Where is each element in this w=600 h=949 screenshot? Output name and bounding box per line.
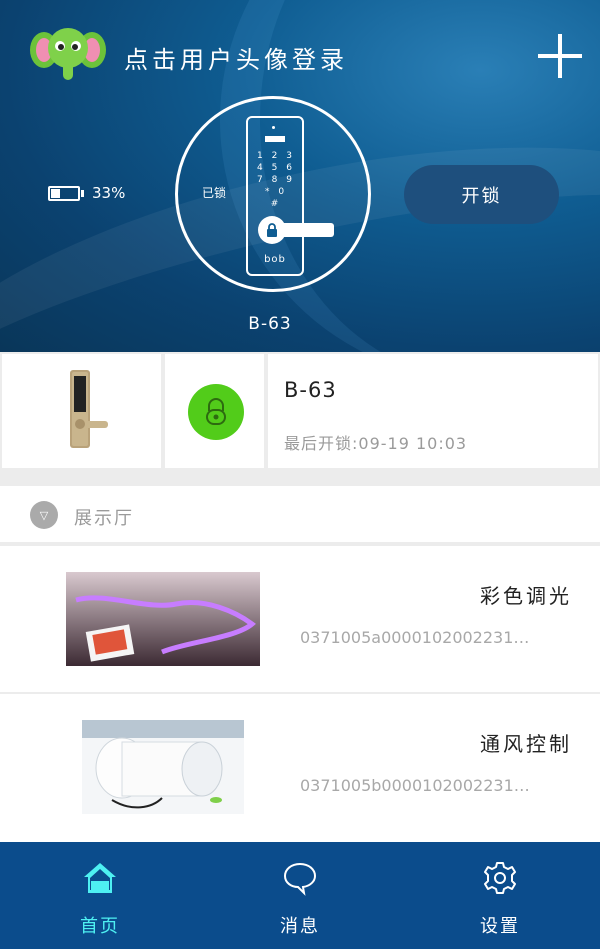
group-header-row[interactable]: ▽ 展示厅: [0, 486, 600, 542]
settings-icon: [484, 862, 516, 894]
group-label: 展示厅: [74, 508, 134, 529]
battery-indicator: 33%: [48, 184, 125, 202]
list-item[interactable]: 彩色调光 0371005a0000102002231…: [0, 546, 600, 692]
collapse-triangle-icon[interactable]: ▽: [30, 501, 58, 529]
lock-keypad: 1 2 3 4 5 6 7 8 9 * 0 #: [257, 150, 295, 210]
device-code: 0371005a0000102002231…: [300, 628, 530, 647]
keypad-row: * 0 #: [264, 187, 288, 209]
add-device-icon[interactable]: [538, 34, 582, 78]
device-title: B-63: [284, 378, 337, 402]
app-root: 点击用户头像登录 33% 已锁 1 2 3 4 5 6 7 8 9 * 0 #: [0, 0, 600, 949]
led-strip-image: [66, 572, 260, 666]
nav-label: 设置: [480, 916, 520, 937]
door-lock-image: [70, 370, 108, 448]
current-device-name: B-63: [248, 314, 292, 334]
message-icon: [283, 862, 317, 896]
device-info-card[interactable]: B-63 最后开锁:09-19 10:03: [268, 354, 598, 468]
lock-status-label: 已锁: [202, 186, 227, 200]
lock-sensor-dot: [272, 126, 275, 129]
handle-bar: [278, 223, 334, 237]
login-prompt[interactable]: 点击用户头像登录: [124, 40, 348, 75]
padlock-icon: [267, 223, 277, 237]
lock-brand: bob: [264, 254, 286, 265]
lock-screen: [265, 136, 285, 142]
ventilation-fan-image: [82, 720, 244, 814]
lock-handle: [258, 216, 336, 244]
keypad-row: 4 5 6: [257, 163, 295, 173]
device-title: 彩色调光: [480, 584, 572, 608]
battery-cap: [81, 189, 84, 197]
keypad-row: 1 2 3: [257, 151, 295, 161]
unlocked-status-icon[interactable]: [188, 384, 244, 440]
lock-header: 点击用户头像登录 33% 已锁 1 2 3 4 5 6 7 8 9 * 0 #: [0, 0, 600, 352]
battery-icon: [48, 185, 80, 201]
home-icon: [84, 863, 116, 893]
last-unlock-time: 最后开锁:09-19 10:03: [284, 434, 468, 453]
device-thumbnail[interactable]: [2, 354, 161, 468]
list-item[interactable]: 通风控制 0371005b0000102002231…: [0, 694, 600, 842]
nav-home[interactable]: 首页: [0, 842, 200, 949]
battery-percent: 33%: [92, 184, 126, 202]
nav-messages[interactable]: 消息: [200, 842, 400, 949]
device-title: 通风控制: [480, 732, 572, 756]
nav-label: 消息: [280, 916, 320, 937]
keypad-row: 7 8 9: [257, 175, 295, 185]
nav-settings[interactable]: 设置: [400, 842, 600, 949]
device-code: 0371005b0000102002231…: [300, 776, 530, 795]
nav-label: 首页: [80, 916, 120, 937]
lock-toggle-card[interactable]: [165, 354, 264, 468]
elephant-avatar-icon[interactable]: [30, 24, 106, 84]
unlock-button[interactable]: 开锁: [404, 165, 559, 224]
bottom-navigation: 首页 消息 设置: [0, 842, 600, 949]
